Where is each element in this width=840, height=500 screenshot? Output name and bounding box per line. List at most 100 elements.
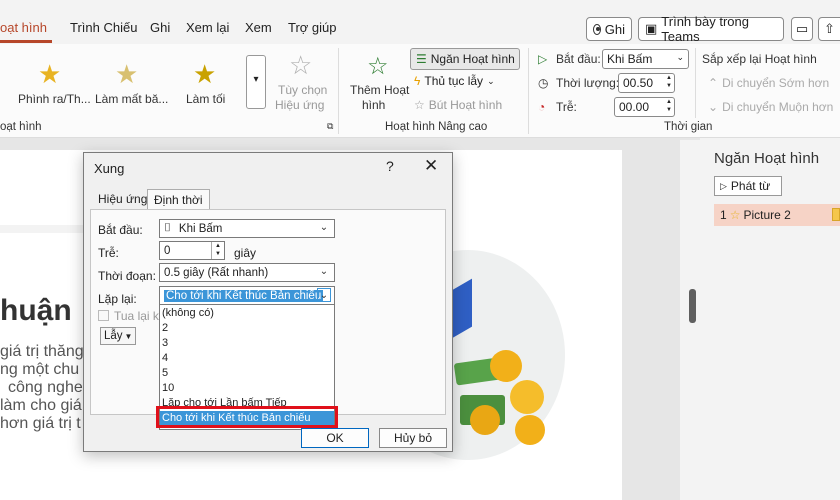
ribbon-separator: [695, 48, 696, 118]
effect-options-icon: ☆: [289, 50, 313, 80]
dialog-title: Xung: [94, 161, 125, 176]
share-icon: ⇧: [824, 21, 835, 36]
rewind-label: Tua lại kh: [114, 309, 166, 323]
slide-body-line: làm cho giá: [0, 397, 82, 414]
help-icon[interactable]: ?: [386, 158, 394, 174]
spinner-icon[interactable]: ▲ ▼: [666, 98, 672, 114]
comment-icon: ▭: [795, 21, 809, 36]
animation-painter-button[interactable]: ☆ Bút Hoạt hình: [414, 98, 502, 112]
repeat-option[interactable]: 5: [162, 367, 168, 379]
effect-options-line2[interactable]: Hiệu ứng: [275, 98, 324, 112]
delay-icon: ◔: [538, 100, 546, 114]
add-animation-line2[interactable]: hình: [362, 98, 385, 112]
tab-animations[interactable]: oạt hình: [0, 20, 47, 35]
gallery-more-button[interactable]: ▾: [246, 55, 266, 109]
repeat-option[interactable]: 4: [162, 352, 168, 364]
effect-darken[interactable]: Làm tối: [186, 92, 225, 106]
effect-options-line1[interactable]: Tùy chọn: [278, 83, 327, 97]
darken-icon: ★: [193, 59, 217, 89]
spinner-icon[interactable]: ▲ ▼: [666, 74, 672, 90]
slide-body-line: công nghe: [8, 379, 83, 396]
delay-label: Trễ:: [556, 100, 577, 114]
chevron-down-icon: ⌄: [319, 222, 329, 233]
animation-painter-label: Bút Hoạt hình: [428, 98, 503, 112]
record-button[interactable]: Ghi: [586, 17, 632, 41]
coin-graphic: [515, 415, 545, 445]
tab-record[interactable]: Ghi: [150, 20, 170, 35]
repeat-option[interactable]: 2: [162, 322, 168, 334]
repeat-option[interactable]: 10: [162, 382, 174, 394]
repeat-option[interactable]: (không có): [162, 307, 214, 319]
triggers-button[interactable]: Lẫy ▼: [100, 327, 136, 345]
ribbon-separator: [528, 48, 529, 134]
record-button-label: Ghi: [604, 21, 625, 37]
delay-input-value: 00.00: [619, 100, 650, 114]
animation-list-item[interactable]: 1 ☆ Picture 2: [714, 204, 840, 226]
trigger-button[interactable]: ϟ Thủ tục lẫy ⌄: [414, 74, 495, 88]
start-dropdown-value: Khi Bấm: [178, 222, 223, 235]
coin-graphic: [470, 405, 500, 435]
add-animation-line1[interactable]: Thêm Hoạt: [350, 83, 409, 97]
delay-input[interactable]: 00.00 ▲ ▼: [614, 97, 675, 117]
effect-grow-shrink[interactable]: Phình ra/Th...: [18, 92, 91, 106]
tab-timing[interactable]: Định thời: [147, 189, 210, 209]
scrollbar-thumb[interactable]: [689, 289, 696, 323]
move-later-button[interactable]: ⌄ Di chuyển Muộn hơn: [708, 100, 833, 114]
start-dropdown[interactable]: ⌷ Khi Bấm ⌄: [159, 219, 335, 238]
move-earlier-button[interactable]: ⌃ Di chuyển Sớm hơn: [708, 76, 829, 90]
pulse-effect-dialog: Xung ? ✕ Hiệu ứng Định thời Bắt đầu: ⌷ K…: [83, 152, 453, 452]
group-timing-label: Thời gian: [664, 121, 713, 133]
slide-body-line: hơn giá trị t: [0, 415, 81, 432]
present-in-teams-button[interactable]: ▣ Trình bày trong Teams: [638, 14, 784, 44]
spinner-icon[interactable]: ▲ ▼: [211, 242, 224, 259]
dialog-launcher-icon[interactable]: ⧉: [327, 121, 333, 132]
tab-help[interactable]: Trợ giúp: [288, 20, 337, 35]
tab-view[interactable]: Xem: [245, 20, 272, 35]
clock-icon: ◷: [538, 76, 549, 90]
duration-input[interactable]: 00.50 ▲ ▼: [618, 73, 675, 93]
animation-pane: Ngăn Hoạt hình ▷ Phát từ 1 ☆ Picture 2: [700, 138, 840, 500]
tab-review[interactable]: Xem lại: [186, 20, 229, 35]
tab-effect[interactable]: Hiệu ứng: [92, 189, 153, 209]
teams-icon: ▣: [645, 21, 658, 36]
delay-spinbox-value: 0: [164, 244, 171, 257]
chevron-up-icon: ⌃: [708, 76, 719, 90]
start-select[interactable]: Khi Bấm ⌄: [602, 49, 689, 69]
lightning-icon: ϟ: [414, 74, 421, 88]
repeat-dropdown[interactable]: Cho tới khi Kết thúc Bản chiếu ⌄: [159, 286, 335, 305]
coin-graphic: [510, 380, 544, 414]
effect-desaturate[interactable]: Làm mất bă...: [95, 92, 168, 106]
rewind-checkbox[interactable]: [98, 310, 109, 321]
duration-dropdown-value: 0.5 giây (Rất nhanh): [164, 266, 269, 279]
start-label: Bắt đầu:: [98, 223, 143, 237]
tab-slide-show[interactable]: Trình Chiếu: [70, 20, 137, 35]
desaturate-icon: ★: [115, 59, 139, 89]
animation-pane-label: Ngăn Hoạt hình: [430, 52, 515, 66]
duration-dropdown[interactable]: 0.5 giây (Rất nhanh) ⌄: [159, 263, 335, 282]
painter-icon: ☆: [414, 98, 425, 112]
coin-graphic: [490, 350, 522, 382]
play-from-button[interactable]: ▷ Phát từ: [714, 176, 782, 196]
chevron-down-icon: ▾: [253, 74, 259, 85]
slide-body-line: giá trị thăng: [0, 343, 84, 360]
close-icon[interactable]: ✕: [424, 156, 438, 176]
share-button[interactable]: ⇧: [818, 17, 840, 41]
present-in-teams-label: Trình bày trong Teams: [661, 14, 749, 44]
start-select-value: Khi Bấm: [607, 52, 653, 66]
group-advanced-label: Hoạt hình Nâng cao: [385, 121, 488, 133]
ok-button[interactable]: OK: [301, 428, 369, 448]
move-later-label: Di chuyển Muộn hơn: [722, 100, 834, 114]
cancel-button[interactable]: Hủy bỏ: [379, 428, 447, 448]
repeat-option[interactable]: 3: [162, 337, 168, 349]
start-label: Bắt đầu:: [556, 52, 601, 66]
delay-spinbox[interactable]: 0 ▲ ▼: [159, 241, 225, 260]
play-from-label: Phát từ: [730, 179, 771, 193]
duration-label: Thời lượng:: [556, 76, 620, 90]
animation-item-index: 1: [720, 208, 727, 222]
chevron-down-icon: ⌄: [319, 266, 329, 277]
animation-item-label: Picture 2: [743, 208, 791, 222]
ribbon: ★ Phình ra/Th... ★ Làm mất bă... ★ Làm t…: [0, 44, 840, 138]
animation-pane-button[interactable]: ☰ Ngăn Hoạt hình: [410, 48, 520, 70]
triggers-label: Lẫy: [104, 330, 123, 342]
comments-button[interactable]: ▭: [791, 17, 813, 41]
